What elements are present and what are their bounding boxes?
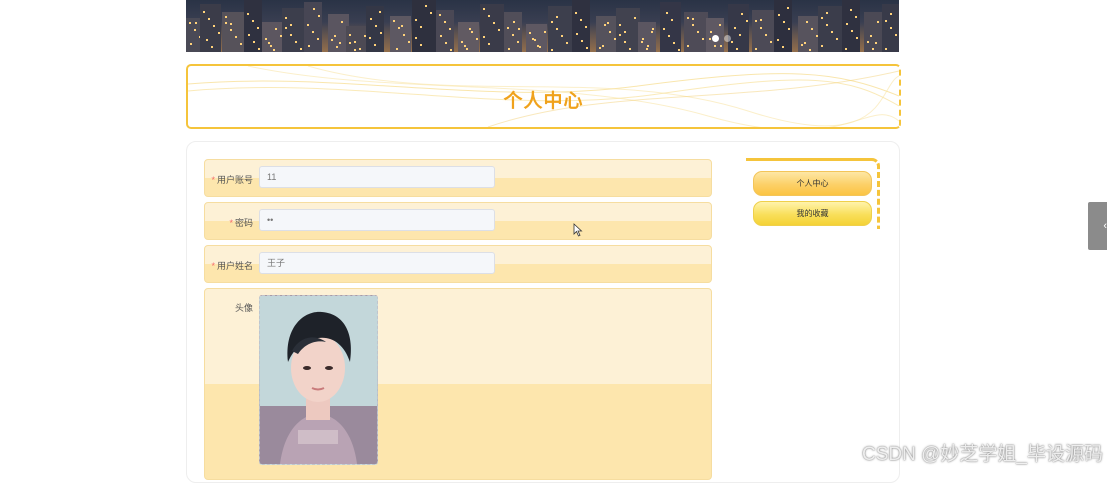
building [882,4,899,52]
building [458,22,479,52]
building [200,4,221,52]
building [436,10,454,52]
menu-my-favorites[interactable]: 我的收藏 [753,201,872,226]
password-label: * 密码 [205,216,253,229]
float-side-tab[interactable]: ‹ [1088,202,1107,250]
page-title-box: 个人中心 [186,64,901,129]
name-label-text: 用户姓名 [216,261,253,271]
building [222,12,246,52]
building [526,24,547,52]
building [638,22,656,52]
required-mark: * [211,175,215,185]
building [480,4,504,52]
building [304,2,322,52]
name-label: * 用户姓名 [205,259,253,272]
form-row-name: * 用户姓名 王子 [204,245,712,283]
avatar-label: 头像 [234,303,253,313]
form-row-account: * 用户账号 11 [204,159,712,197]
form-row-avatar: 头像 [204,288,712,480]
account-input[interactable]: 11 [259,166,495,188]
carousel-dot-2[interactable] [724,35,731,42]
building [244,0,262,52]
building [818,6,842,52]
building [548,6,572,52]
building [728,4,749,52]
avatar-photo [260,296,377,464]
page-title: 个人中心 [503,91,584,112]
password-label-text: 密码 [234,218,253,228]
mouse-cursor-icon [573,223,583,237]
building [572,0,590,52]
building [842,0,860,52]
building [282,8,306,52]
account-label-text: 用户账号 [216,175,253,185]
building [390,16,411,52]
chevron-left-icon: ‹ [1103,220,1107,232]
account-label: * 用户账号 [205,173,253,186]
building [504,12,522,52]
required-mark: * [229,218,233,228]
building [616,8,640,52]
building [262,22,283,52]
name-input[interactable]: 王子 [259,252,495,274]
building [596,16,617,52]
building [798,16,819,52]
building [366,6,384,52]
menu-personal-center[interactable]: 个人中心 [753,171,872,196]
password-input[interactable]: •• [259,209,495,231]
building [752,10,776,52]
banner-carousel [186,0,899,52]
required-mark: * [211,261,215,271]
building [684,12,708,52]
carousel-dot-1[interactable] [712,35,719,42]
side-menu: 个人中心 我的收藏 [746,158,880,229]
avatar-upload[interactable] [259,295,378,465]
building [660,2,681,52]
building [774,0,792,52]
carousel-dots [712,35,731,42]
building [412,0,436,52]
watermark: CSDN @妙芝学姐_毕设源码 [862,444,1103,465]
form-row-password: * 密码 •• [204,202,712,240]
